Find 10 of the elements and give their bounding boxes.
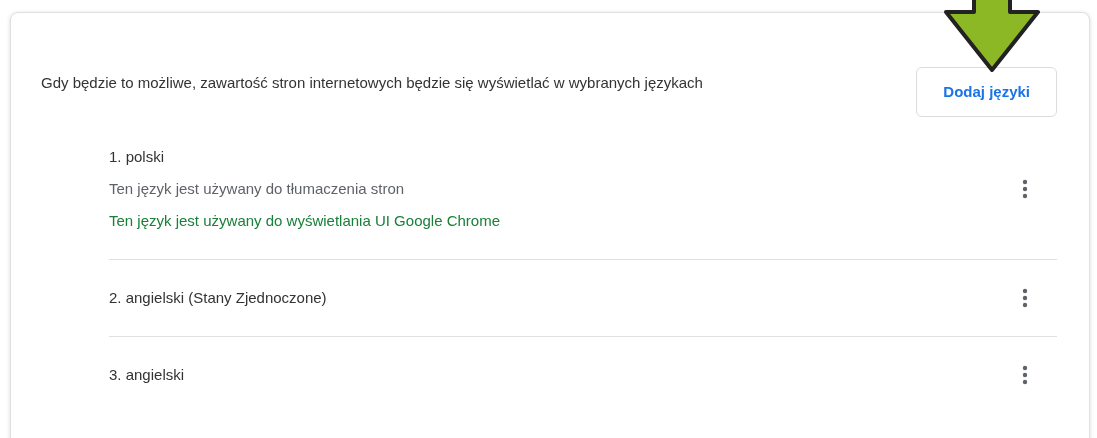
more-menu-icon[interactable] [1022,179,1028,199]
language-name: 1. polski [109,147,166,167]
language-name: 2. angielski (Stany Zjednoczone) [109,288,327,308]
ui-language-note: Ten język jest używany do wyświetlania UI Google Chrome [109,211,500,231]
more-menu-icon[interactable] [1022,288,1028,308]
description-text: Gdy będzie to możliwe, zawartość stron internetowych będzie się wyświetlać w wybranych językach [41,73,704,93]
language-note: Ten język jest używany do tłumaczenia stron [109,179,406,199]
add-languages-button[interactable]: Dodaj języki [916,67,1057,117]
more-menu-icon[interactable] [1022,365,1028,385]
language-name: 3. angielski [109,365,185,385]
